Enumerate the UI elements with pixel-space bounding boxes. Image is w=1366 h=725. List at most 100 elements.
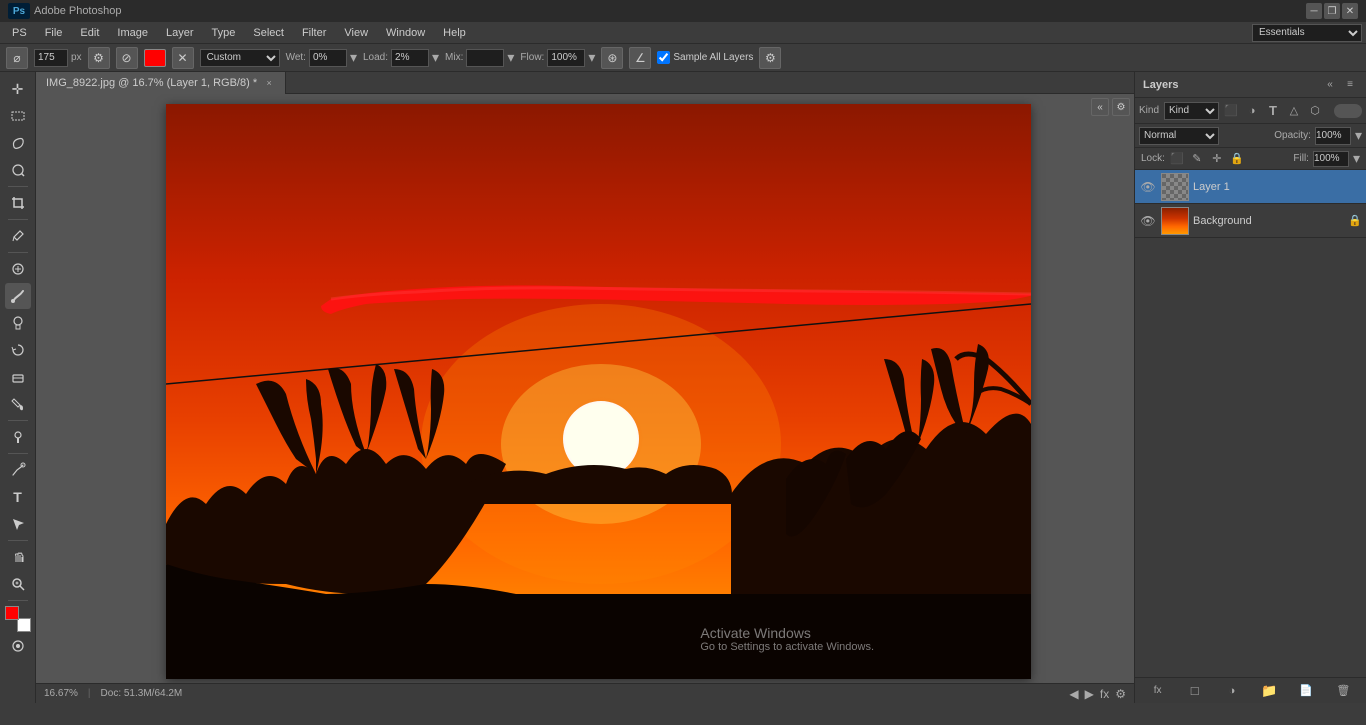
layer-mask-btn[interactable]: □ (1185, 681, 1205, 701)
fill-dropdown-icon[interactable]: ▾ (1353, 150, 1360, 167)
layer-delete-btn[interactable]: 🗑 (1333, 681, 1353, 701)
filter-text-icon[interactable]: T (1264, 102, 1282, 120)
wet-input[interactable] (309, 49, 347, 67)
lasso-tool-btn[interactable] (5, 130, 31, 156)
filter-adjustment-icon[interactable]: ◑ (1243, 102, 1261, 120)
load-dropdown-icon[interactable]: ▾ (432, 49, 439, 66)
brush-size-input[interactable] (34, 49, 68, 67)
zoom-tool-btn[interactable] (5, 571, 31, 597)
load-input[interactable] (391, 49, 429, 67)
flow-input[interactable] (547, 49, 585, 67)
pen-tool-btn[interactable] (5, 457, 31, 483)
foreground-color-swatch[interactable] (5, 606, 19, 620)
menu-item-image[interactable]: Image (109, 25, 156, 41)
blend-mode-select[interactable]: Normal (1139, 127, 1219, 145)
document-tab[interactable]: IMG_8922.jpg @ 16.7% (Layer 1, RGB/8) * … (36, 72, 286, 94)
tab-close-btn[interactable]: × (263, 77, 275, 89)
brush-options-btn[interactable]: ⚙ (759, 47, 781, 69)
dodge-tool-btn[interactable] (5, 424, 31, 450)
layer-item-layer1[interactable]: 👁 Layer 1 (1135, 170, 1366, 204)
healing-tool-btn[interactable] (5, 256, 31, 282)
layer-visibility-eye-background[interactable]: 👁 (1139, 212, 1157, 230)
mix-label: Mix: (445, 52, 463, 63)
menu-item-help[interactable]: Help (435, 25, 474, 41)
eraser-tool-btn[interactable] (5, 364, 31, 390)
lock-brush-icon[interactable]: ✎ (1189, 151, 1205, 167)
close-button[interactable]: ✕ (1342, 3, 1358, 19)
layers-filter-bar: Kind Kind ⬛ ◑ T △ ⬡ (1135, 98, 1366, 124)
menu-item-ps[interactable]: PS (4, 25, 35, 41)
status-more[interactable]: ⚙ (1115, 687, 1126, 701)
brush-tool-btn[interactable] (5, 283, 31, 309)
layer-group-btn[interactable]: 📁 (1259, 681, 1279, 701)
status-nav-left[interactable]: ◀ (1069, 687, 1078, 701)
sample-all-layers-checkbox[interactable] (657, 51, 670, 64)
canvas-scroll[interactable]: « ⚙ (36, 94, 1134, 683)
layer-new-btn[interactable]: 📄 (1296, 681, 1316, 701)
background-color-swatch[interactable] (17, 618, 31, 632)
brush-settings-btn[interactable]: ⚙ (88, 47, 110, 69)
color-swatch[interactable] (144, 49, 166, 67)
essentials-select[interactable]: Essentials (1252, 24, 1362, 42)
menu-item-layer[interactable]: Layer (158, 25, 202, 41)
app-name: Adobe Photoshop (34, 5, 121, 17)
airbrush-btn[interactable]: ⊛ (601, 47, 623, 69)
move-tool-btn[interactable]: ✛ (5, 76, 31, 102)
quick-select-tool-btn[interactable] (5, 157, 31, 183)
wet-dropdown-icon[interactable]: ▾ (350, 49, 357, 66)
marquee-tool-btn[interactable] (5, 103, 31, 129)
panel-collapse-btn[interactable]: « (1091, 98, 1109, 116)
layer-adjustment-btn[interactable]: ◑ (1222, 681, 1242, 701)
tool-separator-1 (8, 186, 28, 187)
minimize-button[interactable]: ─ (1306, 3, 1322, 19)
status-nav-right[interactable]: ▶ (1085, 687, 1094, 701)
fill-tool-btn[interactable] (5, 391, 31, 417)
restore-button[interactable]: ❐ (1324, 3, 1340, 19)
fill-input[interactable] (1313, 151, 1349, 167)
text-tool-btn[interactable]: T (5, 484, 31, 510)
canvas-container[interactable] (166, 104, 1031, 679)
load-label: Load: (363, 52, 388, 63)
history-tool-btn[interactable] (5, 337, 31, 363)
quick-mask-btn[interactable] (5, 633, 31, 659)
hand-tool-btn[interactable] (5, 544, 31, 570)
status-separator: | (88, 688, 91, 699)
lock-all-icon[interactable]: 🔒 (1229, 151, 1245, 167)
menu-item-file[interactable]: File (37, 25, 71, 41)
crop-tool-btn[interactable] (5, 190, 31, 216)
path-select-tool-btn[interactable] (5, 511, 31, 537)
layers-panel-collapse-btn[interactable]: « (1322, 77, 1338, 93)
brush-mode-select[interactable]: Custom (200, 49, 280, 67)
menu-item-select[interactable]: Select (245, 25, 292, 41)
menu-item-filter[interactable]: Filter (294, 25, 334, 41)
layer-visibility-eye-layer1[interactable]: 👁 (1139, 178, 1157, 196)
opacity-dropdown-icon[interactable]: ▾ (1355, 127, 1362, 144)
brush-eraser-btn[interactable]: ✕ (172, 47, 194, 69)
menu-item-type[interactable]: Type (204, 25, 244, 41)
mix-input[interactable] (466, 49, 504, 67)
filter-kind-select[interactable]: Kind (1164, 102, 1219, 120)
menu-item-edit[interactable]: Edit (72, 25, 107, 41)
clone-tool-btn[interactable] (5, 310, 31, 336)
layers-panel-menu-btn[interactable]: ≡ (1342, 77, 1358, 93)
angle-btn[interactable]: ∠ (629, 47, 651, 69)
layer-item-background[interactable]: 👁 Background 🔒 (1135, 204, 1366, 238)
lock-position-icon[interactable]: ✛ (1209, 151, 1225, 167)
tool-preset-btn[interactable]: ⌀ (6, 47, 28, 69)
eyedropper-tool-btn[interactable] (5, 223, 31, 249)
brush-mode-btn[interactable]: ⊘ (116, 47, 138, 69)
mix-dropdown-icon[interactable]: ▾ (507, 49, 514, 66)
layer-fx-btn[interactable]: fx (1148, 681, 1168, 701)
filter-toggle[interactable] (1334, 104, 1362, 118)
tools-panel: ✛ (0, 72, 36, 703)
lock-pixels-icon[interactable]: ⬛ (1169, 151, 1185, 167)
filter-pixel-icon[interactable]: ⬛ (1222, 102, 1240, 120)
flow-dropdown-icon[interactable]: ▾ (588, 49, 595, 66)
opacity-input[interactable] (1315, 127, 1351, 145)
menu-item-view[interactable]: View (336, 25, 376, 41)
menu-item-window[interactable]: Window (378, 25, 433, 41)
panel-expand-btn[interactable]: ⚙ (1112, 98, 1130, 116)
filter-shape-icon[interactable]: △ (1285, 102, 1303, 120)
filter-smartobj-icon[interactable]: ⬡ (1306, 102, 1324, 120)
fx-icon[interactable]: fx (1100, 687, 1109, 701)
